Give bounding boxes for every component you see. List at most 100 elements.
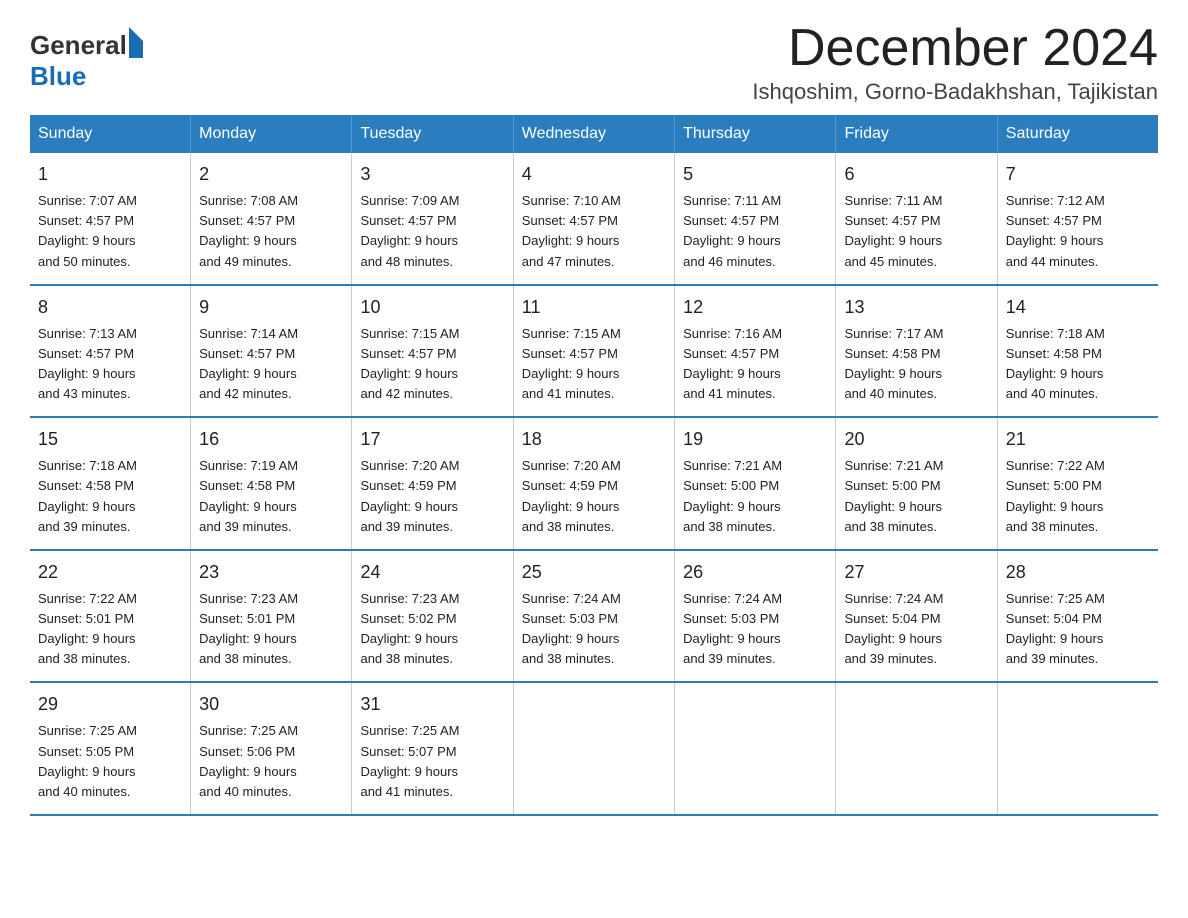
day-info: Sunrise: 7:25 AMSunset: 5:05 PMDaylight:… bbox=[38, 721, 182, 802]
calendar-cell: 5 Sunrise: 7:11 AMSunset: 4:57 PMDaylight… bbox=[675, 153, 836, 285]
calendar-cell: 12 Sunrise: 7:16 AMSunset: 4:57 PMDayligh… bbox=[675, 285, 836, 418]
day-info: Sunrise: 7:20 AMSunset: 4:59 PMDaylight:… bbox=[360, 456, 504, 537]
day-number: 24 bbox=[360, 559, 504, 586]
day-number: 6 bbox=[844, 161, 988, 188]
day-number: 9 bbox=[199, 294, 343, 321]
calendar-cell: 26 Sunrise: 7:24 AMSunset: 5:03 PMDayligh… bbox=[675, 550, 836, 683]
calendar-table: SundayMondayTuesdayWednesdayThursdayFrid… bbox=[30, 115, 1158, 816]
day-info: Sunrise: 7:17 AMSunset: 4:58 PMDaylight:… bbox=[844, 324, 988, 405]
calendar-week-row: 1 Sunrise: 7:07 AMSunset: 4:57 PMDaylight… bbox=[30, 153, 1158, 285]
day-number: 1 bbox=[38, 161, 182, 188]
day-info: Sunrise: 7:18 AMSunset: 4:58 PMDaylight:… bbox=[38, 456, 182, 537]
day-info: Sunrise: 7:20 AMSunset: 4:59 PMDaylight:… bbox=[522, 456, 666, 537]
page-title: December 2024 bbox=[752, 20, 1158, 77]
day-info: Sunrise: 7:24 AMSunset: 5:04 PMDaylight:… bbox=[844, 589, 988, 670]
calendar-cell: 1 Sunrise: 7:07 AMSunset: 4:57 PMDaylight… bbox=[30, 153, 191, 285]
day-number: 23 bbox=[199, 559, 343, 586]
day-number: 8 bbox=[38, 294, 182, 321]
day-number: 15 bbox=[38, 426, 182, 453]
calendar-cell: 31 Sunrise: 7:25 AMSunset: 5:07 PMDayligh… bbox=[352, 682, 513, 815]
logo-blue-text: Blue bbox=[30, 61, 86, 91]
day-number: 3 bbox=[360, 161, 504, 188]
day-info: Sunrise: 7:25 AMSunset: 5:04 PMDaylight:… bbox=[1006, 589, 1150, 670]
calendar-week-row: 15 Sunrise: 7:18 AMSunset: 4:58 PMDayligh… bbox=[30, 417, 1158, 550]
calendar-cell: 11 Sunrise: 7:15 AMSunset: 4:57 PMDayligh… bbox=[513, 285, 674, 418]
calendar-cell: 14 Sunrise: 7:18 AMSunset: 4:58 PMDayligh… bbox=[997, 285, 1158, 418]
day-number: 7 bbox=[1006, 161, 1150, 188]
calendar-cell: 23 Sunrise: 7:23 AMSunset: 5:01 PMDayligh… bbox=[191, 550, 352, 683]
calendar-week-row: 29Sunrise: 7:25 AMSunset: 5:05 PMDayligh… bbox=[30, 682, 1158, 815]
calendar-cell: 13Sunrise: 7:17 AMSunset: 4:58 PMDayligh… bbox=[836, 285, 997, 418]
calendar-cell: 30 Sunrise: 7:25 AMSunset: 5:06 PMDayligh… bbox=[191, 682, 352, 815]
calendar-cell: 28 Sunrise: 7:25 AMSunset: 5:04 PMDayligh… bbox=[997, 550, 1158, 683]
day-number: 5 bbox=[683, 161, 827, 188]
calendar-cell: 29Sunrise: 7:25 AMSunset: 5:05 PMDayligh… bbox=[30, 682, 191, 815]
day-number: 31 bbox=[360, 691, 504, 718]
day-info: Sunrise: 7:25 AMSunset: 5:06 PMDaylight:… bbox=[199, 721, 343, 802]
weekday-header-thursday: Thursday bbox=[675, 115, 836, 153]
day-info: Sunrise: 7:13 AMSunset: 4:57 PMDaylight:… bbox=[38, 324, 182, 405]
logo-arrow-icon bbox=[129, 27, 143, 58]
calendar-cell bbox=[513, 682, 674, 815]
calendar-week-row: 22 Sunrise: 7:22 AMSunset: 5:01 PMDayligh… bbox=[30, 550, 1158, 683]
day-info: Sunrise: 7:16 AMSunset: 4:57 PMDaylight:… bbox=[683, 324, 827, 405]
day-info: Sunrise: 7:11 AMSunset: 4:57 PMDaylight:… bbox=[844, 191, 988, 272]
day-info: Sunrise: 7:25 AMSunset: 5:07 PMDaylight:… bbox=[360, 721, 504, 802]
weekday-header-monday: Monday bbox=[191, 115, 352, 153]
day-info: Sunrise: 7:15 AMSunset: 4:57 PMDaylight:… bbox=[522, 324, 666, 405]
calendar-cell: 6 Sunrise: 7:11 AMSunset: 4:57 PMDaylight… bbox=[836, 153, 997, 285]
day-info: Sunrise: 7:24 AMSunset: 5:03 PMDaylight:… bbox=[522, 589, 666, 670]
day-info: Sunrise: 7:11 AMSunset: 4:57 PMDaylight:… bbox=[683, 191, 827, 272]
calendar-cell: 3 Sunrise: 7:09 AMSunset: 4:57 PMDaylight… bbox=[352, 153, 513, 285]
day-number: 14 bbox=[1006, 294, 1150, 321]
day-info: Sunrise: 7:07 AMSunset: 4:57 PMDaylight:… bbox=[38, 191, 182, 272]
day-number: 19 bbox=[683, 426, 827, 453]
day-info: Sunrise: 7:18 AMSunset: 4:58 PMDaylight:… bbox=[1006, 324, 1150, 405]
day-number: 27 bbox=[844, 559, 988, 586]
day-number: 21 bbox=[1006, 426, 1150, 453]
logo-general-text: General bbox=[30, 30, 127, 60]
day-info: Sunrise: 7:21 AMSunset: 5:00 PMDaylight:… bbox=[683, 456, 827, 537]
day-info: Sunrise: 7:15 AMSunset: 4:57 PMDaylight:… bbox=[360, 324, 504, 405]
title-section: December 2024 Ishqoshim, Gorno-Badakhsha… bbox=[752, 20, 1158, 105]
day-info: Sunrise: 7:14 AMSunset: 4:57 PMDaylight:… bbox=[199, 324, 343, 405]
day-number: 11 bbox=[522, 294, 666, 321]
calendar-cell: 10 Sunrise: 7:15 AMSunset: 4:57 PMDayligh… bbox=[352, 285, 513, 418]
day-number: 26 bbox=[683, 559, 827, 586]
calendar-cell: 22 Sunrise: 7:22 AMSunset: 5:01 PMDayligh… bbox=[30, 550, 191, 683]
calendar-cell: 17Sunrise: 7:20 AMSunset: 4:59 PMDayligh… bbox=[352, 417, 513, 550]
calendar-cell: 8 Sunrise: 7:13 AMSunset: 4:57 PMDaylight… bbox=[30, 285, 191, 418]
calendar-cell: 7Sunrise: 7:12 AMSunset: 4:57 PMDaylight… bbox=[997, 153, 1158, 285]
calendar-cell bbox=[836, 682, 997, 815]
calendar-cell: 4Sunrise: 7:10 AMSunset: 4:57 PMDaylight… bbox=[513, 153, 674, 285]
day-number: 22 bbox=[38, 559, 182, 586]
day-number: 2 bbox=[199, 161, 343, 188]
day-info: Sunrise: 7:24 AMSunset: 5:03 PMDaylight:… bbox=[683, 589, 827, 670]
day-number: 16 bbox=[199, 426, 343, 453]
day-number: 18 bbox=[522, 426, 666, 453]
day-number: 30 bbox=[199, 691, 343, 718]
calendar-cell: 24Sunrise: 7:23 AMSunset: 5:02 PMDayligh… bbox=[352, 550, 513, 683]
day-number: 10 bbox=[360, 294, 504, 321]
day-info: Sunrise: 7:21 AMSunset: 5:00 PMDaylight:… bbox=[844, 456, 988, 537]
calendar-cell: 18 Sunrise: 7:20 AMSunset: 4:59 PMDayligh… bbox=[513, 417, 674, 550]
calendar-week-row: 8 Sunrise: 7:13 AMSunset: 4:57 PMDaylight… bbox=[30, 285, 1158, 418]
day-number: 20 bbox=[844, 426, 988, 453]
calendar-cell: 15 Sunrise: 7:18 AMSunset: 4:58 PMDayligh… bbox=[30, 417, 191, 550]
page-header: General Blue December 2024 Ishqoshim, Go… bbox=[30, 20, 1158, 105]
day-info: Sunrise: 7:09 AMSunset: 4:57 PMDaylight:… bbox=[360, 191, 504, 272]
calendar-cell: 20 Sunrise: 7:21 AMSunset: 5:00 PMDayligh… bbox=[836, 417, 997, 550]
calendar-cell: 25Sunrise: 7:24 AMSunset: 5:03 PMDayligh… bbox=[513, 550, 674, 683]
calendar-cell: 16 Sunrise: 7:19 AMSunset: 4:58 PMDayligh… bbox=[191, 417, 352, 550]
day-info: Sunrise: 7:19 AMSunset: 4:58 PMDaylight:… bbox=[199, 456, 343, 537]
calendar-cell bbox=[675, 682, 836, 815]
day-number: 12 bbox=[683, 294, 827, 321]
weekday-header-saturday: Saturday bbox=[997, 115, 1158, 153]
day-info: Sunrise: 7:22 AMSunset: 5:01 PMDaylight:… bbox=[38, 589, 182, 670]
calendar-cell: 2Sunrise: 7:08 AMSunset: 4:57 PMDaylight… bbox=[191, 153, 352, 285]
day-number: 28 bbox=[1006, 559, 1150, 586]
day-info: Sunrise: 7:23 AMSunset: 5:01 PMDaylight:… bbox=[199, 589, 343, 670]
day-info: Sunrise: 7:10 AMSunset: 4:57 PMDaylight:… bbox=[522, 191, 666, 272]
weekday-header-row: SundayMondayTuesdayWednesdayThursdayFrid… bbox=[30, 115, 1158, 153]
weekday-header-tuesday: Tuesday bbox=[352, 115, 513, 153]
